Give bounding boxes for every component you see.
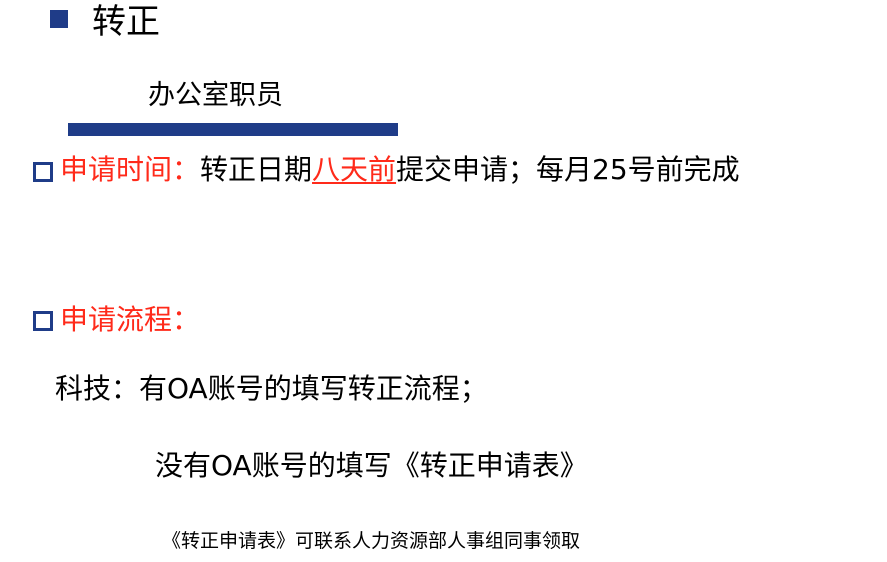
application-time-label: 申请时间：: [60, 153, 201, 186]
process-line-no-oa: 没有OA账号的填写《转正申请表》: [155, 449, 588, 482]
page-title: 转正: [92, 2, 160, 42]
application-time-text-after: 提交申请；每月25号前完成: [396, 153, 740, 186]
process-line-tech: 科技：有OA账号的填写转正流程；: [55, 372, 488, 405]
application-time-emphasis: 八天前: [312, 153, 397, 186]
process-label: 申请流程：: [60, 303, 201, 336]
application-time-text-before: 转正日期: [200, 153, 313, 186]
section-subtitle: 办公室职员: [148, 80, 283, 111]
application-time-line: 申请时间：转正日期八天前提交申请；每月25号前完成: [60, 152, 740, 188]
subtitle-underline-bar: [68, 123, 398, 136]
checkbox-bullet-icon: [33, 311, 53, 331]
title-bullet-icon: [50, 10, 68, 28]
checkbox-bullet-icon: [33, 162, 53, 182]
form-note: 《转正申请表》可联系人力资源部人事组同事领取: [162, 530, 581, 552]
